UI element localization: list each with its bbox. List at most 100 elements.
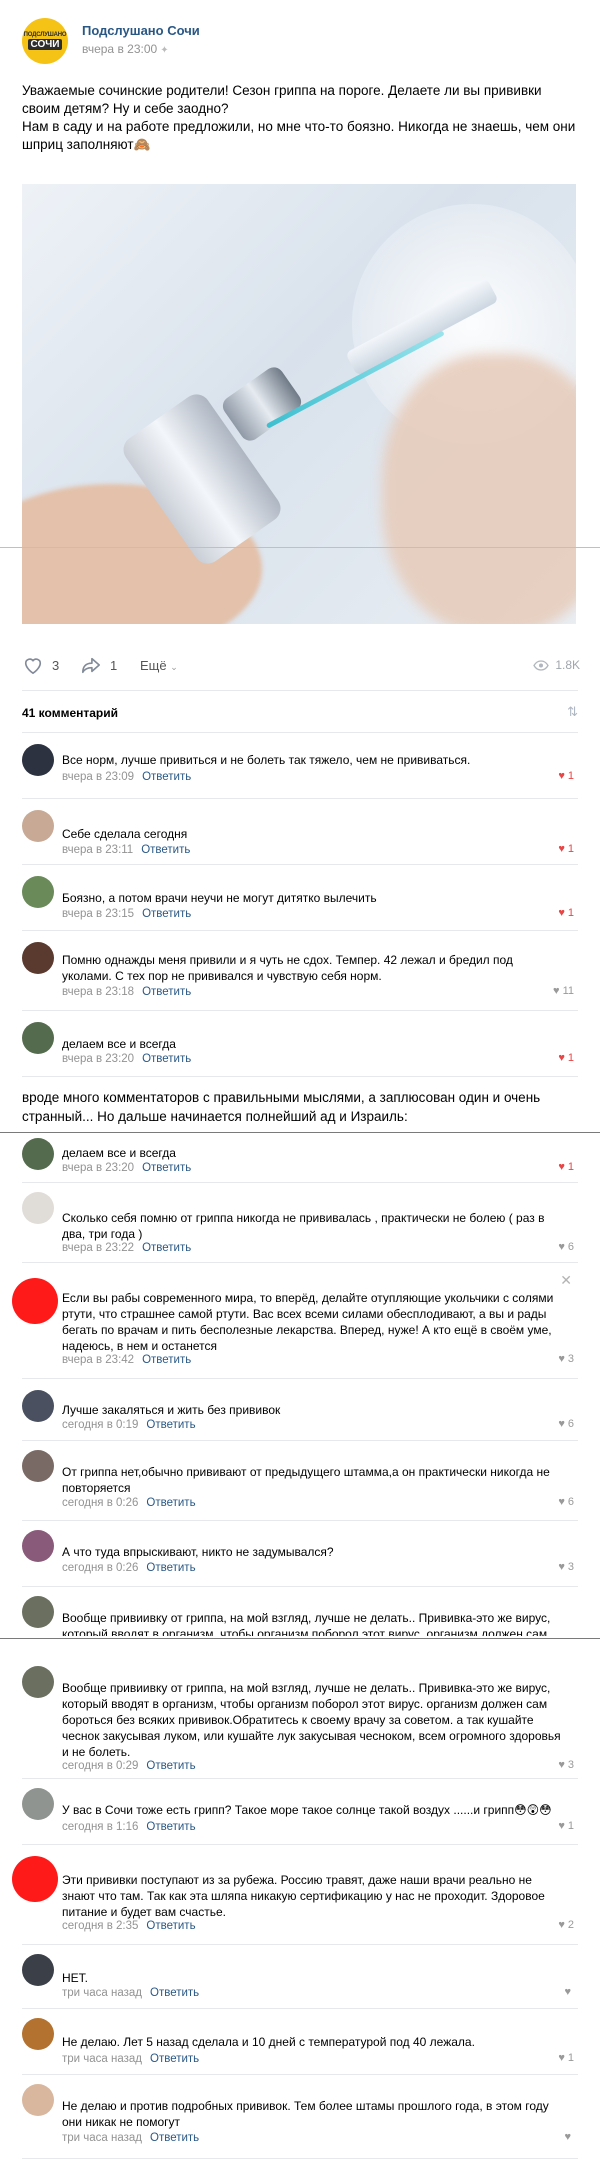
reply-button[interactable]: Ответить xyxy=(146,1821,195,1833)
comment-time[interactable]: сегодня в 1:16 xyxy=(62,1821,138,1833)
comment-time[interactable]: вчера в 23:20 xyxy=(62,1053,134,1065)
avatar[interactable] xyxy=(22,810,54,842)
reply-button[interactable]: Ответить xyxy=(150,1987,199,1999)
close-icon[interactable]: ✕ xyxy=(560,1272,572,1289)
avatar[interactable] xyxy=(22,1954,54,1986)
screenshot-border xyxy=(0,1638,600,1639)
comment-item: У вас в Сочи тоже есть грипп? Такое море… xyxy=(22,1788,578,1838)
post-photo[interactable] xyxy=(22,184,576,624)
avatar[interactable] xyxy=(22,1450,54,1482)
divider xyxy=(22,1010,578,1011)
avatar[interactable] xyxy=(22,2084,54,2116)
comment-like-count: 3 xyxy=(567,1561,574,1573)
reply-button[interactable]: Ответить xyxy=(141,844,190,856)
comment-like-button[interactable]: ♥ 6 xyxy=(558,1418,574,1430)
comment-time[interactable]: вчера в 23:15 xyxy=(62,908,134,920)
comment-like-button[interactable]: ♥ 6 xyxy=(558,1496,574,1508)
comment-like-button[interactable]: ♥ 1 xyxy=(558,843,574,855)
comment-text: Не делаю. Лет 5 назад сделала и 10 дней … xyxy=(62,2035,475,2049)
heart-icon: ♥ xyxy=(564,2131,571,2143)
comment-like-button[interactable]: ♥ 6 xyxy=(558,1241,574,1253)
reply-button[interactable]: Ответить xyxy=(142,771,191,783)
sort-icon[interactable]: ⇅ xyxy=(567,704,578,720)
comment-time[interactable]: вчера в 23:11 xyxy=(62,844,133,856)
avatar-redacted[interactable] xyxy=(12,1278,58,1324)
comment-like-button[interactable]: ♥ 3 xyxy=(558,1353,574,1365)
reply-button[interactable]: Ответить xyxy=(142,1242,191,1254)
comment-like-button[interactable]: ♥ 1 xyxy=(558,907,574,919)
avatar[interactable] xyxy=(22,1022,54,1054)
comment-like-button[interactable]: ♥ xyxy=(564,2131,574,2143)
comment-item: делаем все и всегда вчера в 23:20 Ответит… xyxy=(22,1138,578,1182)
like-button[interactable]: 3 xyxy=(22,655,59,675)
group-avatar[interactable]: ПОДСЛУШАНО СОЧИ xyxy=(22,18,68,64)
comment-time[interactable]: три часа назад xyxy=(62,2053,142,2065)
comment-time[interactable]: вчера в 23:09 xyxy=(62,771,134,783)
comments-title: 41 комментарий xyxy=(22,706,119,720)
comment-text: Эти прививки поступают из за рубежа. Рос… xyxy=(62,1873,545,1919)
avatar[interactable] xyxy=(22,1788,54,1820)
comment-time[interactable]: сегодня в 0:26 xyxy=(62,1562,138,1574)
comment-like-button[interactable]: ♥ 11 xyxy=(553,985,574,997)
photo-hand-blur xyxy=(382,354,576,624)
comment-time[interactable]: вчера в 23:18 xyxy=(62,986,134,998)
avatar[interactable] xyxy=(22,942,54,974)
comment-time[interactable]: сегодня в 2:35 xyxy=(62,1920,138,1932)
avatar[interactable] xyxy=(22,1192,54,1224)
comment-time[interactable]: вчера в 23:20 xyxy=(62,1162,134,1174)
comment-time[interactable]: сегодня в 0:29 xyxy=(62,1760,138,1772)
reply-button[interactable]: Ответить xyxy=(142,1354,191,1366)
comment-like-button[interactable]: ♥ 1 xyxy=(558,2052,574,2064)
comment-like-button[interactable]: ♥ xyxy=(564,1986,574,1998)
group-name-link[interactable]: Подслушано Сочи xyxy=(82,23,200,38)
comment-time[interactable]: сегодня в 0:19 xyxy=(62,1419,138,1431)
comment-text: Себе сделала сегодня xyxy=(62,827,188,841)
comment-like-button[interactable]: ♥ 1 xyxy=(558,770,574,782)
comment-item: Помню однажды меня привили и я чуть не с… xyxy=(22,942,578,1006)
avatar[interactable] xyxy=(22,2018,54,2050)
avatar[interactable] xyxy=(22,876,54,908)
comment-like-button[interactable]: ♥ 1 xyxy=(558,1820,574,1832)
comment-meta: три часа назад Ответить xyxy=(62,2132,199,2144)
comment-time[interactable]: три часа назад xyxy=(62,2132,142,2144)
avatar[interactable] xyxy=(22,1390,54,1422)
comment-like-count: 6 xyxy=(567,1496,574,1508)
more-button[interactable]: Ещё ⌄ xyxy=(140,658,178,673)
reply-button[interactable]: Ответить xyxy=(150,2053,199,2065)
avatar[interactable] xyxy=(22,744,54,776)
divider xyxy=(22,1944,578,1945)
reply-button[interactable]: Ответить xyxy=(142,1162,191,1174)
avatar[interactable] xyxy=(22,1596,54,1628)
reply-button[interactable]: Ответить xyxy=(150,2132,199,2144)
heart-icon xyxy=(24,658,42,675)
avatar[interactable] xyxy=(22,1138,54,1170)
comment-like-button[interactable]: ♥ 3 xyxy=(558,1759,574,1771)
reply-button[interactable]: Ответить xyxy=(146,1497,195,1509)
divider xyxy=(22,1778,578,1779)
reply-button[interactable]: Ответить xyxy=(146,1920,195,1932)
comment-time[interactable]: три часа назад xyxy=(62,1987,142,1999)
avatar[interactable] xyxy=(22,1530,54,1562)
comment-item-cut: Вообще привиивку от гриппа, на мой взгля… xyxy=(22,1596,578,1636)
reply-button[interactable]: Ответить xyxy=(146,1419,195,1431)
reply-button[interactable]: Ответить xyxy=(142,908,191,920)
comment-time[interactable]: сегодня в 0:26 xyxy=(62,1497,138,1509)
comment-meta: вчера в 23:11 Ответить xyxy=(62,844,190,856)
comment-like-button[interactable]: ♥ 1 xyxy=(558,1052,574,1064)
reply-button[interactable]: Ответить xyxy=(146,1562,195,1574)
reply-button[interactable]: Ответить xyxy=(146,1760,195,1772)
post-time[interactable]: вчера в 23:00 ✦ xyxy=(82,42,169,56)
comment-like-button[interactable]: ♥ 1 xyxy=(558,1161,574,1173)
comment-text: Если вы рабы современного мира, то вперё… xyxy=(62,1291,554,1353)
divider xyxy=(22,798,578,799)
comment-like-button[interactable]: ♥ 3 xyxy=(558,1561,574,1573)
comment-text: делаем все и всегда xyxy=(62,1146,176,1160)
comment-like-button[interactable]: ♥ 2 xyxy=(558,1919,574,1931)
avatar-redacted[interactable] xyxy=(12,1856,58,1902)
share-button[interactable]: 1 xyxy=(80,655,117,675)
comment-time[interactable]: вчера в 23:22 xyxy=(62,1242,134,1254)
reply-button[interactable]: Ответить xyxy=(142,986,191,998)
comment-time[interactable]: вчера в 23:42 xyxy=(62,1354,134,1366)
avatar[interactable] xyxy=(22,1666,54,1698)
reply-button[interactable]: Ответить xyxy=(142,1053,191,1065)
